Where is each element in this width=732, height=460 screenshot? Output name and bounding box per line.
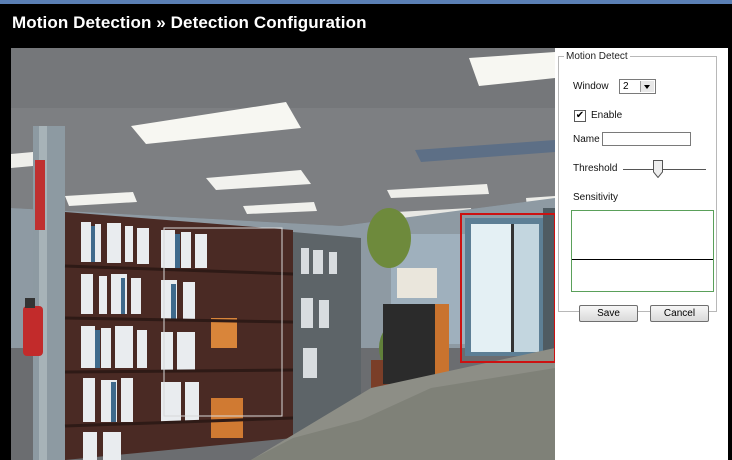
threshold-slider-track[interactable] (623, 169, 706, 170)
name-label: Name (573, 134, 600, 145)
save-button[interactable]: Save (579, 305, 638, 322)
threshold-label: Threshold (573, 163, 618, 174)
window-select[interactable]: 2 (619, 79, 656, 94)
settings-panel: Motion Detect Window 2 ✔ Enable Name Thr… (555, 48, 728, 460)
camera-scene (11, 48, 555, 460)
right-frame (728, 48, 732, 460)
camera-video-feed[interactable] (11, 48, 555, 460)
enable-checkbox[interactable]: ✔ (574, 110, 586, 122)
cancel-button[interactable]: Cancel (650, 305, 709, 322)
sensitivity-label: Sensitivity (573, 192, 619, 203)
threshold-slider-thumb[interactable] (652, 160, 663, 178)
window-label: Window (573, 81, 609, 92)
left-frame (0, 48, 11, 460)
motion-detect-group: Motion Detect Window 2 ✔ Enable Name Thr… (558, 51, 717, 322)
motion-detect-legend: Motion Detect (566, 51, 628, 62)
sensitivity-graph[interactable] (571, 210, 714, 292)
sensitivity-level-line (572, 259, 713, 260)
chevron-down-icon[interactable] (640, 81, 654, 92)
window-select-value: 2 (623, 81, 629, 92)
name-input[interactable] (602, 132, 691, 146)
page-title: Motion Detection » Detection Configurati… (12, 13, 367, 32)
enable-label: Enable (591, 110, 623, 121)
page-header: Motion Detection » Detection Configurati… (0, 4, 732, 48)
